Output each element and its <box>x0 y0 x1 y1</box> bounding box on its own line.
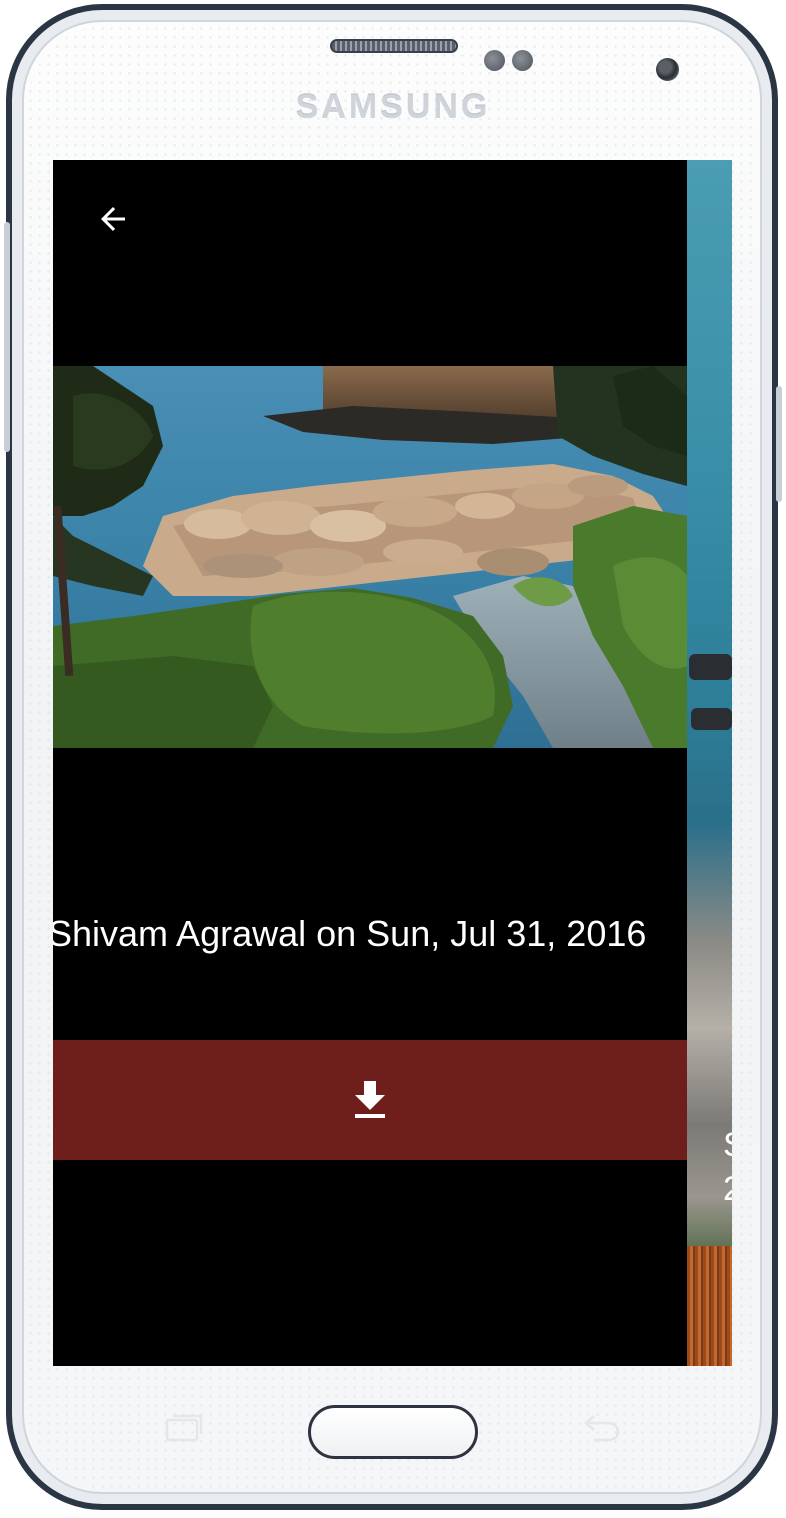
back-button[interactable] <box>89 195 137 243</box>
next-photo-page-peek[interactable]: S 2 <box>687 160 732 1366</box>
download-icon <box>355 1081 385 1118</box>
peek-rock <box>691 708 732 730</box>
back-key[interactable] <box>580 1412 622 1442</box>
arrow-left-icon <box>101 207 125 231</box>
earpiece-speaker <box>330 39 458 53</box>
photo-detail-page: Shivam Agrawal on Sun, Jul 31, 2016 <box>53 160 687 1366</box>
photo-image[interactable] <box>53 366 687 748</box>
proximity-sensor <box>484 50 505 71</box>
volume-button <box>4 222 10 452</box>
light-sensor <box>512 50 533 71</box>
brand-logo: SAMSUNG <box>295 88 491 126</box>
peek-caption: S 2 <box>723 1123 732 1211</box>
front-camera <box>656 58 679 81</box>
home-button[interactable] <box>308 1405 478 1459</box>
photo-caption: Shivam Agrawal on Sun, Jul 31, 2016 <box>53 913 647 954</box>
download-button[interactable] <box>53 1040 687 1160</box>
peek-autumn-photo <box>687 1246 732 1366</box>
recent-apps-icon <box>165 1414 203 1442</box>
power-button <box>776 386 782 502</box>
screen: S 2 <box>53 160 732 1366</box>
return-icon <box>584 1415 620 1442</box>
peek-rock <box>689 654 732 680</box>
coastal-landscape-photo <box>53 366 687 748</box>
recent-apps-key[interactable] <box>163 1412 205 1442</box>
